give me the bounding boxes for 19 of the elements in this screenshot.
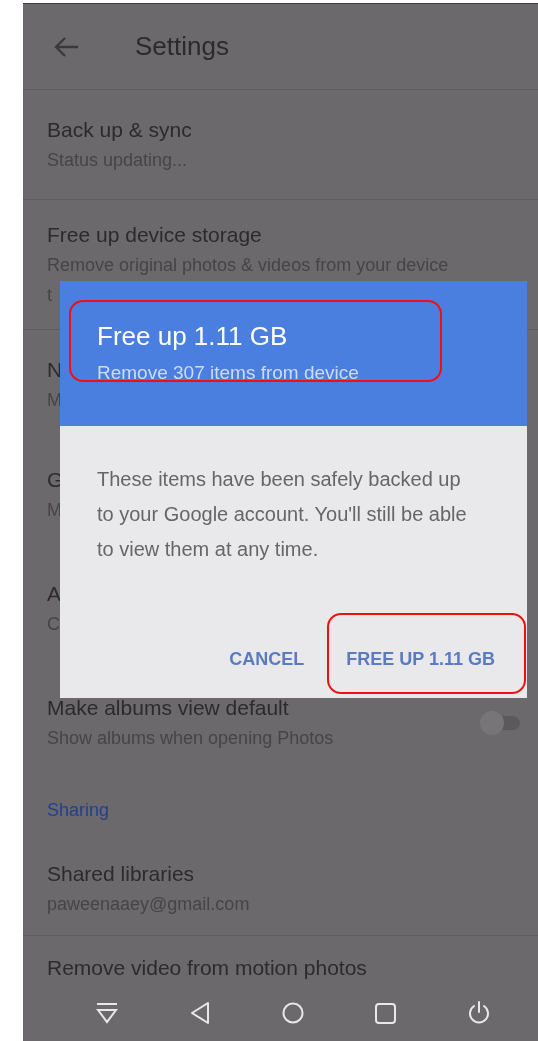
toggle-switch[interactable] — [480, 711, 520, 735]
setting-title: N — [47, 358, 63, 382]
section-heading: Sharing — [47, 799, 110, 821]
setting-title: Make albums view default — [47, 696, 290, 720]
dialog-subtitle: Remove 307 items from device — [97, 362, 360, 384]
notification-shade-icon[interactable] — [94, 1002, 119, 1024]
dialog-button[interactable]: CANCEL — [217, 643, 317, 676]
screen-title: Settings — [135, 31, 229, 62]
dialog-message: These items have been safely backed up to your Google account. You'll still be able to view them at any time. — [97, 467, 468, 562]
back-icon[interactable] — [189, 1001, 210, 1025]
setting-title: A — [47, 582, 61, 606]
setting-title: Remove video from motion photos — [47, 956, 367, 980]
setting-title: Back up & sync — [47, 117, 192, 142]
power-icon[interactable] — [467, 1001, 490, 1025]
recent-apps-icon[interactable] — [375, 1002, 396, 1024]
setting-title: Free up device storage — [47, 222, 263, 247]
dialog-button[interactable]: FREE UP 1.11 GB — [334, 643, 507, 676]
setting-title: Shared libraries — [47, 861, 196, 886]
home-icon[interactable] — [281, 1002, 304, 1024]
